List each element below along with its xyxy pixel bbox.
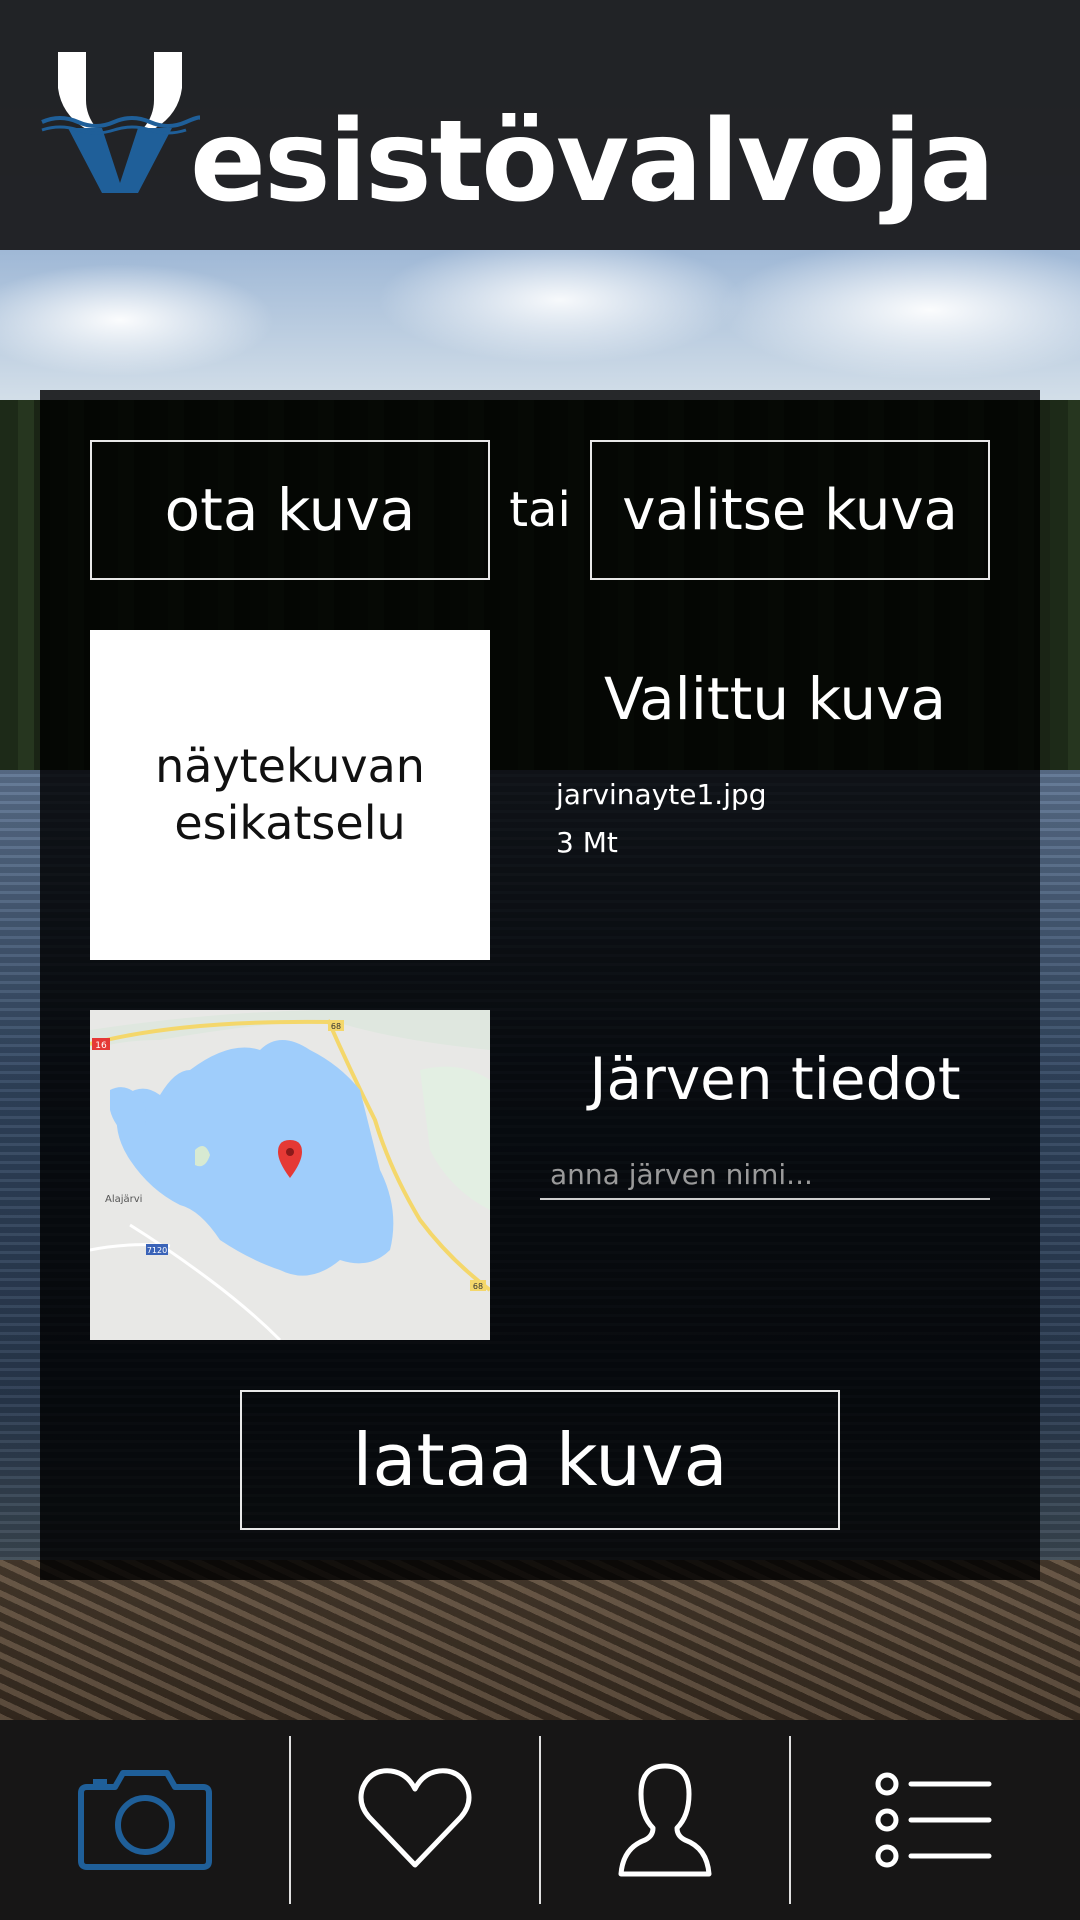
map-road-7120: 7120 (147, 1246, 167, 1255)
lake-info-title: Järven tiedot (589, 1045, 961, 1113)
nav-favorites[interactable] (290, 1720, 540, 1920)
choose-photo-button[interactable]: valitse kuva (590, 440, 990, 580)
sky (0, 250, 1080, 410)
profile-icon (618, 1763, 712, 1877)
nav-list[interactable] (790, 1720, 1080, 1920)
photo-preview: näytekuvan esikatselu (90, 630, 490, 960)
lake-name-input[interactable] (540, 1150, 990, 1200)
preview-placeholder-line2: esikatselu (174, 796, 406, 850)
selected-photo-title: Valittu kuva (603, 665, 947, 733)
lake-location-map[interactable]: 16 68 68 7120 Alajärvi (90, 1010, 490, 1340)
selected-file-size: 3 Mt (556, 826, 618, 859)
preview-placeholder-line1: näytekuvan (155, 738, 425, 793)
map-road-68-bottom: 68 (473, 1282, 483, 1291)
selected-file-name: jarvinayte1.jpg (556, 778, 767, 811)
take-photo-button[interactable]: ota kuva (90, 440, 490, 580)
app-logo: esistövalvoja (40, 48, 995, 218)
app-title: esistövalvoja (190, 97, 995, 227)
app-header: esistövalvoja (0, 0, 1080, 250)
map-town-label: Alajärvi (105, 1194, 142, 1205)
nav-camera[interactable] (0, 1720, 290, 1920)
logo-v-icon (41, 52, 200, 193)
heart-icon (358, 1768, 472, 1868)
upload-photo-button[interactable]: lataa kuva (240, 1390, 840, 1530)
shore (0, 1560, 1080, 1720)
camera-icon (78, 1770, 212, 1870)
map-road-68-top: 68 (331, 1022, 341, 1031)
or-label: tai (509, 482, 571, 538)
map-road-16: 16 (95, 1041, 107, 1051)
upload-panel: ota kuva tai valitse kuva näytekuvan esi… (40, 390, 1040, 1580)
list-menu-icon (875, 1772, 992, 1868)
bottom-nav (0, 1720, 1080, 1920)
nav-profile[interactable] (540, 1720, 790, 1920)
